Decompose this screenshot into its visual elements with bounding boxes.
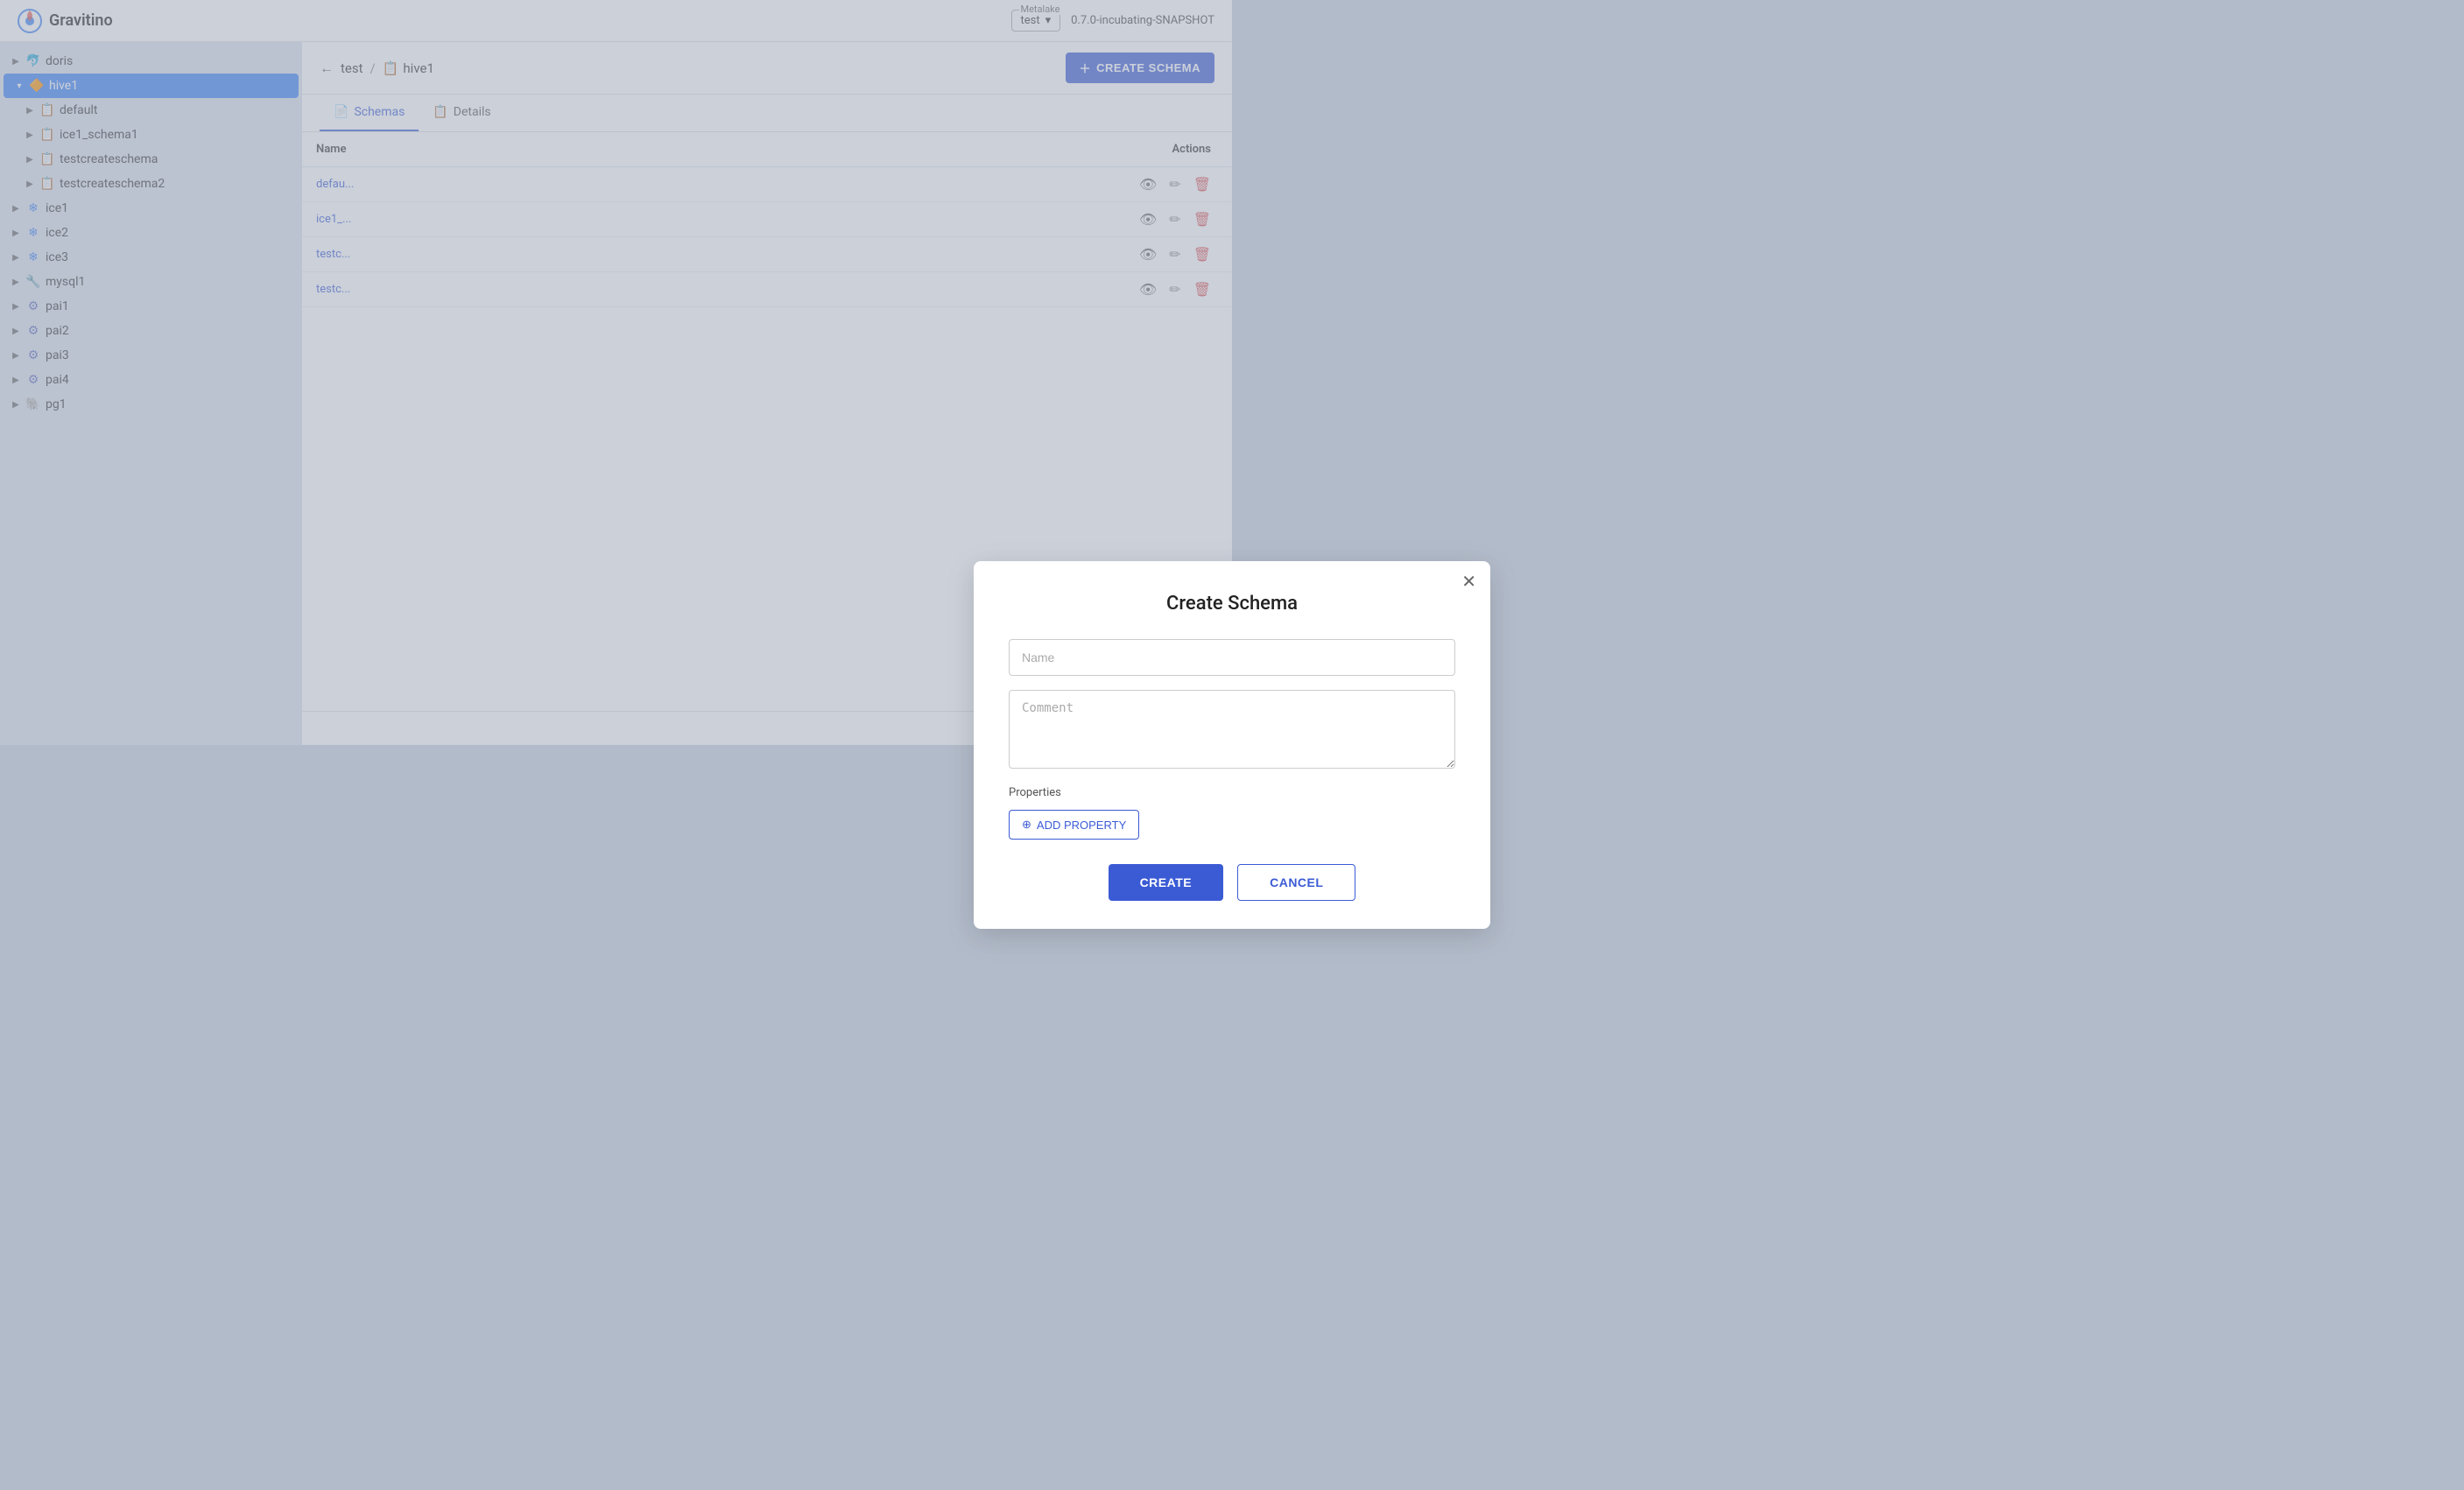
add-property-label: ADD PROPERTY	[1037, 819, 1126, 832]
create-schema-modal: ✕ Create Schema Properties ⊕ ADD PROPERT…	[974, 561, 1490, 929]
schema-name-input[interactable]	[1009, 639, 1455, 676]
modal-title: Create Schema	[1009, 593, 1455, 615]
add-property-plus-icon: ⊕	[1022, 818, 1031, 832]
modal-create-button[interactable]: CREATE	[1109, 864, 1224, 901]
modal-actions: CREATE CANCEL	[1009, 864, 1455, 901]
add-property-button[interactable]: ⊕ ADD PROPERTY	[1009, 810, 1139, 840]
properties-label: Properties	[1009, 786, 1455, 799]
modal-overlay: ✕ Create Schema Properties ⊕ ADD PROPERT…	[0, 0, 2464, 1490]
modal-cancel-button[interactable]: CANCEL	[1237, 864, 1355, 901]
modal-close-button[interactable]: ✕	[1461, 573, 1476, 591]
schema-comment-input[interactable]	[1009, 690, 1455, 769]
